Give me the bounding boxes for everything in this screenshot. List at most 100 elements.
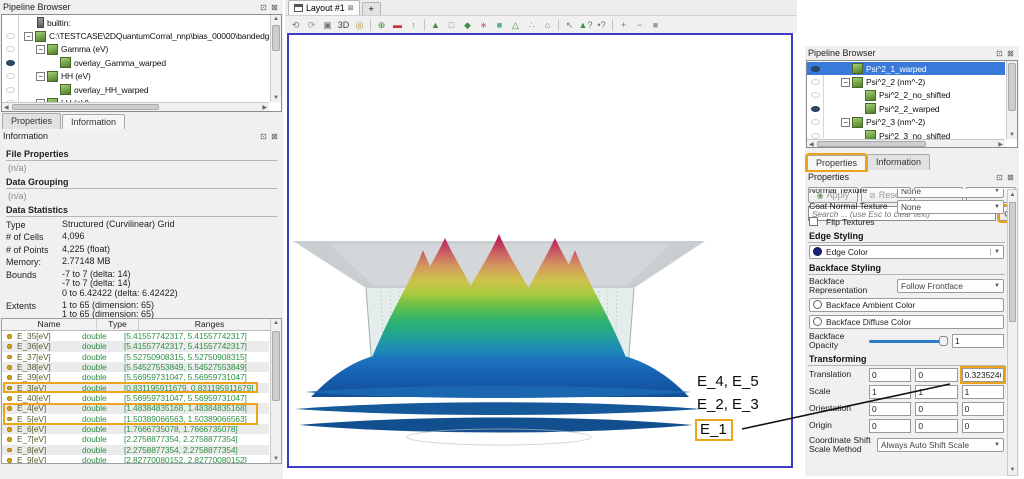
tree-expander-icon[interactable]: − [841,78,850,87]
scrollbar-thumb[interactable] [272,331,280,401]
pipeline-tree-item[interactable]: − Psi^2_2_warped [807,102,1005,115]
column-ranges[interactable]: Ranges [139,319,281,330]
toolbar-icon[interactable]: ▬ [390,18,405,32]
origin-x-input[interactable] [869,419,911,433]
scroll-left-icon[interactable]: ◀ [809,141,814,148]
float-dock-icon[interactable]: ⊡ [994,173,1005,182]
visibility-eye-icon[interactable] [2,29,18,42]
toolbar-icon[interactable]: ↖ [562,18,577,32]
toolbar-icon[interactable]: ◆ [460,18,475,32]
close-dock-icon[interactable]: ⊠ [269,3,280,12]
table-row[interactable]: E_40[eV] double [5.56959731047, 5.569597… [2,393,269,403]
scroll-up-icon[interactable]: ▲ [1008,192,1017,198]
pipeline-tree-item[interactable]: − C:\TESTCASE\2DQuantumCorral_nnp\bias_0… [2,29,269,42]
scroll-up-icon[interactable]: ▲ [271,16,281,22]
backface-opacity-slider[interactable] [869,335,948,347]
table-row[interactable]: E_38[eV] double [5.54527553849, 5.545275… [2,362,269,372]
pipeline-tree-item[interactable]: − Psi^2_1_warped [807,62,1005,75]
translation-x-input[interactable] [869,368,911,382]
toolbar-icon[interactable]: ↑ [406,18,421,32]
scale-z-input[interactable] [962,385,1004,399]
scroll-left-icon[interactable]: ◀ [4,104,9,111]
tree-expander-icon[interactable]: − [24,32,33,41]
table-row[interactable]: E_7[eV] double [2.2758877354, 2.27588773… [2,434,269,444]
visibility-eye-icon[interactable] [807,75,823,88]
table-row[interactable]: E_4[eV] double [1.48384835168, 1.4838483… [2,403,269,413]
table-row[interactable]: E_37[eV] double [5.52750908315, 5.527509… [2,352,269,362]
origin-y-input[interactable] [915,419,957,433]
visibility-eye-icon[interactable] [2,83,18,96]
table-row[interactable]: E_5[eV] double [1.50389066563, 1.5038906… [2,414,269,424]
toolbar-icon[interactable]: •? [594,18,609,32]
translation-y-input[interactable] [915,368,957,382]
toolbar-icon[interactable]: ■ [492,18,507,32]
scroll-down-icon[interactable]: ▼ [1008,467,1017,473]
toolbar-icon[interactable]: ▲? [578,18,593,32]
pipeline-tree-item[interactable]: − Psi^2_3_no_shifted [807,129,1005,139]
table-row[interactable]: E_39[eV] double [5.56959731047, 5.569597… [2,372,269,382]
toolbar-icon[interactable]: ◎ [352,18,367,32]
table-row[interactable]: E_35[eV] double [5.41557742317, 5.415577… [2,331,269,341]
close-tab-icon[interactable]: ⊠ [348,4,354,12]
visibility-eye-icon[interactable] [807,102,823,115]
float-dock-icon[interactable]: ⊡ [258,3,269,12]
float-dock-icon[interactable]: ⊡ [994,49,1005,58]
toolbar-icon[interactable]: □ [444,18,459,32]
toolbar-icon[interactable]: △ [508,18,523,32]
close-dock-icon[interactable]: ⊠ [269,132,280,141]
layout-tab[interactable]: Layout #1 ⊠ [288,0,360,15]
toolbar-icon[interactable]: ⌂ [540,18,555,32]
toolbar-icon[interactable] [370,19,371,31]
toolbar-icon[interactable] [424,19,425,31]
scroll-down-icon[interactable]: ▼ [271,95,281,101]
origin-z-input[interactable] [962,419,1004,433]
scrollbar-thumb[interactable] [1008,63,1016,111]
tab-properties[interactable]: Properties [807,155,866,170]
visibility-eye-icon[interactable] [2,43,18,56]
translation-z-input[interactable] [962,368,1004,382]
orientation-y-input[interactable] [915,402,957,416]
tree-expander-icon[interactable]: − [36,72,45,81]
pipeline-tree-item[interactable]: − Psi^2_3 (nm^-2) [807,116,1005,129]
backface-ambient-color-button[interactable]: Backface Ambient Color [809,298,1004,312]
pipeline-tree-item[interactable]: − overlay_Gamma_warped [2,56,269,69]
scale-y-input[interactable] [915,385,957,399]
scrollbar-thumb[interactable] [817,141,926,147]
visibility-eye-icon[interactable] [807,116,823,129]
toolbar-icon[interactable]: ⊕ [374,18,389,32]
flip-textures-checkbox[interactable] [809,217,818,226]
orientation-z-input[interactable] [962,402,1004,416]
table-row[interactable]: E_36[eV] double [5.41557742317, 5.415577… [2,341,269,351]
normal-texture-select[interactable]: None▼ [897,189,1004,198]
float-dock-icon[interactable]: ⊡ [258,132,269,141]
properties-vertical-scrollbar[interactable]: ▲ ▼ [1007,189,1018,476]
backface-diffuse-color-button[interactable]: Backface Diffuse Color [809,315,1004,329]
toolbar-icon[interactable]: ⟳ [304,18,319,32]
orientation-x-input[interactable] [869,402,911,416]
tab-information[interactable]: Information [867,154,930,170]
visibility-eye-icon[interactable] [807,129,823,139]
scroll-down-icon[interactable]: ▼ [271,456,281,462]
column-type[interactable]: Type [97,319,139,330]
render-view-canvas[interactable]: E_4, E_5 E_2, E_3 E_1 [287,33,793,468]
scroll-right-icon[interactable]: ▶ [262,104,267,111]
chevron-down-icon[interactable]: ▼ [990,249,1000,255]
pipeline-tree-item[interactable]: − Gamma (eV) [2,43,269,56]
toolbar-icon[interactable] [612,19,613,31]
tree-horizontal-scrollbar[interactable]: ◀ ▶ [807,139,1005,147]
edge-color-combo[interactable]: Edge Color ▼ [809,245,1004,259]
pipeline-tree-item[interactable]: − HH (eV) [2,70,269,83]
coat-normal-texture-select[interactable]: None▼ [897,200,1004,214]
toolbar-icon[interactable]: ∴ [524,18,539,32]
scroll-down-icon[interactable]: ▼ [1007,132,1017,138]
tree-vertical-scrollbar[interactable]: ▼ [1006,61,1017,139]
toolbar-icon[interactable] [558,19,559,31]
tree-horizontal-scrollbar[interactable]: ◀ ▶ [2,102,269,111]
visibility-eye-icon[interactable] [807,62,823,75]
visibility-eye-icon[interactable] [2,56,18,69]
toolbar-icon[interactable]: ⟲ [288,18,303,32]
toolbar-icon[interactable]: ■ [648,18,663,32]
scrollbar-thumb[interactable] [12,104,159,110]
close-dock-icon[interactable]: ⊠ [1005,49,1016,58]
visibility-eye-icon[interactable] [2,70,18,83]
